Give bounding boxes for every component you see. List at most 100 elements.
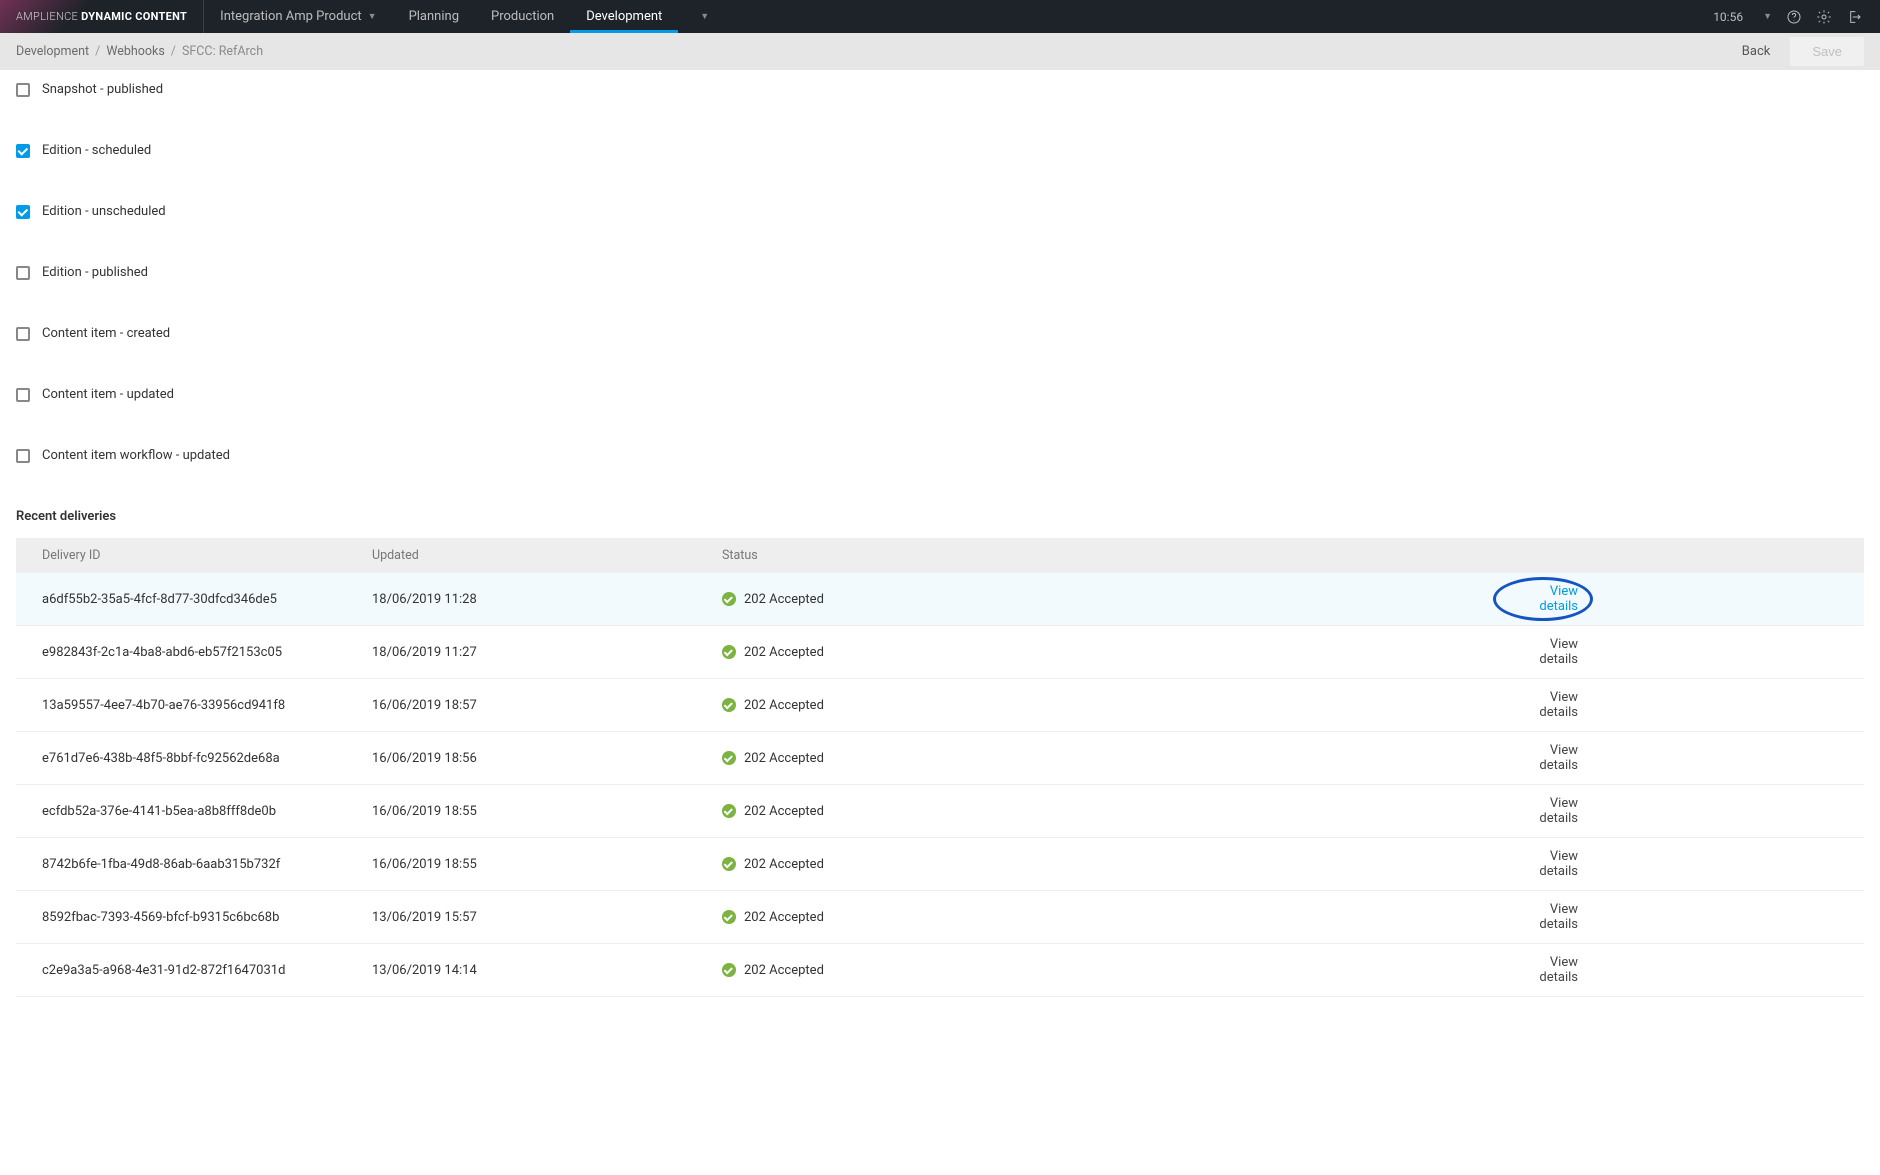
check-circle-icon	[722, 751, 736, 765]
trigger-row: Content item - created	[16, 326, 1864, 341]
clock: 10:56	[1713, 10, 1743, 24]
back-button[interactable]: Back	[1742, 44, 1771, 59]
trigger-label: Content item - created	[42, 326, 170, 341]
trigger-row: Edition - published	[16, 265, 1864, 280]
trigger-checkbox[interactable]	[16, 144, 30, 158]
col-updated: Updated	[372, 548, 722, 563]
check-circle-icon	[722, 592, 736, 606]
help-icon[interactable]	[1786, 9, 1802, 25]
nav-product-label: Integration Amp Product	[220, 9, 361, 24]
col-status: Status	[722, 548, 1538, 563]
trigger-checkbox[interactable]	[16, 388, 30, 402]
table-row[interactable]: 13a59557-4ee7-4b70-ae76-33956cd941f816/0…	[16, 679, 1864, 732]
main-content: Snapshot - published Edition - scheduled E…	[0, 70, 1880, 1037]
caret-down-icon[interactable]: ▼	[1763, 11, 1772, 22]
status-text: 202 Accepted	[744, 698, 824, 713]
status-text: 202 Accepted	[744, 592, 824, 607]
save-button[interactable]: Save	[1790, 37, 1864, 66]
table-row[interactable]: 8742b6fe-1fba-49d8-86ab-6aab315b732f16/0…	[16, 838, 1864, 891]
crumb-sep: /	[95, 44, 100, 59]
cell-delivery-id: 13a59557-4ee7-4b70-ae76-33956cd941f8	[42, 698, 372, 713]
view-details-link[interactable]: View details	[1538, 796, 1838, 826]
trigger-checkbox[interactable]	[16, 205, 30, 219]
cell-status: 202 Accepted	[722, 592, 1538, 607]
cell-status: 202 Accepted	[722, 963, 1538, 978]
trigger-label: Content item - updated	[42, 387, 174, 402]
trigger-label: Edition - unscheduled	[42, 204, 166, 219]
view-details-link[interactable]: View details	[1538, 584, 1838, 614]
trigger-row: Edition - scheduled	[16, 143, 1864, 158]
crumb-development[interactable]: Development	[16, 44, 89, 59]
cell-delivery-id: 8592fbac-7393-4569-bfcf-b9315c6bc68b	[42, 910, 372, 925]
check-circle-icon	[722, 804, 736, 818]
cell-delivery-id: ecfdb52a-376e-4141-b5ea-a8b8fff8de0b	[42, 804, 372, 819]
view-details-link[interactable]: View details	[1538, 690, 1838, 720]
trigger-checkbox[interactable]	[16, 449, 30, 463]
cell-updated: 16/06/2019 18:55	[372, 804, 722, 819]
table-row[interactable]: e761d7e6-438b-48f5-8bbf-fc92562de68a16/0…	[16, 732, 1864, 785]
crumb-webhooks[interactable]: Webhooks	[106, 44, 164, 59]
status-text: 202 Accepted	[744, 857, 824, 872]
nav-more-dropdown[interactable]: ▼	[678, 11, 725, 22]
crumb-current: SFCC: RefArch	[182, 44, 263, 59]
cell-delivery-id: e761d7e6-438b-48f5-8bbf-fc92562de68a	[42, 751, 372, 766]
cell-delivery-id: e982843f-2c1a-4ba8-abd6-eb57f2153c05	[42, 645, 372, 660]
cell-status: 202 Accepted	[722, 698, 1538, 713]
table-row[interactable]: 8592fbac-7393-4569-bfcf-b9315c6bc68b13/0…	[16, 891, 1864, 944]
cell-status: 202 Accepted	[722, 751, 1538, 766]
check-circle-icon	[722, 645, 736, 659]
table-row[interactable]: e982843f-2c1a-4ba8-abd6-eb57f2153c0518/0…	[16, 626, 1864, 679]
view-details-link[interactable]: View details	[1538, 955, 1838, 985]
status-text: 202 Accepted	[744, 645, 824, 660]
nav-product-selector[interactable]: Integration Amp Product ▼	[204, 0, 392, 33]
cell-delivery-id: 8742b6fe-1fba-49d8-86ab-6aab315b732f	[42, 857, 372, 872]
breadcrumb: Development / Webhooks / SFCC: RefArch	[16, 44, 263, 59]
trigger-label: Snapshot - published	[42, 82, 163, 97]
cell-status: 202 Accepted	[722, 804, 1538, 819]
cell-updated: 16/06/2019 18:56	[372, 751, 722, 766]
view-details-link[interactable]: View details	[1538, 743, 1838, 773]
deliveries-table-wrap: Delivery ID Updated Status a6df55b2-35a5…	[16, 538, 1864, 997]
check-circle-icon	[722, 963, 736, 977]
trigger-row: Content item - updated	[16, 387, 1864, 402]
check-circle-icon	[722, 910, 736, 924]
trigger-list: Snapshot - published Edition - scheduled E…	[16, 82, 1864, 463]
crumb-sep: /	[171, 44, 176, 59]
breadcrumb-bar: Development / Webhooks / SFCC: RefArch B…	[0, 33, 1880, 70]
caret-down-icon: ▼	[368, 11, 377, 22]
status-text: 202 Accepted	[744, 751, 824, 766]
recent-deliveries-title: Recent deliveries	[16, 509, 1864, 524]
cell-updated: 18/06/2019 11:27	[372, 645, 722, 660]
trigger-checkbox[interactable]	[16, 327, 30, 341]
col-delivery-id: Delivery ID	[42, 548, 372, 563]
trigger-checkbox[interactable]	[16, 266, 30, 280]
nav-tab-development[interactable]: Development	[570, 0, 678, 33]
deliveries-table: Delivery ID Updated Status a6df55b2-35a5…	[16, 538, 1864, 997]
cell-status: 202 Accepted	[722, 645, 1538, 660]
logout-icon[interactable]	[1846, 9, 1862, 25]
table-row[interactable]: ecfdb52a-376e-4141-b5ea-a8b8fff8de0b16/0…	[16, 785, 1864, 838]
cell-status: 202 Accepted	[722, 910, 1538, 925]
table-row[interactable]: a6df55b2-35a5-4fcf-8d77-30dfcd346de518/0…	[16, 573, 1864, 626]
view-details-link[interactable]: View details	[1538, 637, 1838, 667]
view-details-link[interactable]: View details	[1538, 902, 1838, 932]
cell-updated: 16/06/2019 18:57	[372, 698, 722, 713]
table-header: Delivery ID Updated Status	[16, 538, 1864, 573]
check-circle-icon	[722, 698, 736, 712]
topbar-right: 10:56 ▼	[1713, 9, 1880, 25]
brand-light: AMPLIENCE	[16, 10, 78, 23]
table-row[interactable]: c2e9a3a5-a968-4e31-91d2-872f1647031d13/0…	[16, 944, 1864, 997]
trigger-label: Edition - published	[42, 265, 148, 280]
trigger-checkbox[interactable]	[16, 83, 30, 97]
cell-updated: 13/06/2019 14:14	[372, 963, 722, 978]
trigger-row: Content item workflow - updated	[16, 448, 1864, 463]
gear-icon[interactable]	[1816, 9, 1832, 25]
trigger-label: Edition - scheduled	[42, 143, 151, 158]
cell-status: 202 Accepted	[722, 857, 1538, 872]
brand-bold: DYNAMIC CONTENT	[81, 10, 187, 23]
view-details-link[interactable]: View details	[1538, 849, 1838, 879]
nav-tab-production[interactable]: Production	[475, 0, 570, 33]
trigger-label: Content item workflow - updated	[42, 448, 230, 463]
cell-delivery-id: c2e9a3a5-a968-4e31-91d2-872f1647031d	[42, 963, 372, 978]
nav-tab-planning[interactable]: Planning	[393, 0, 475, 33]
